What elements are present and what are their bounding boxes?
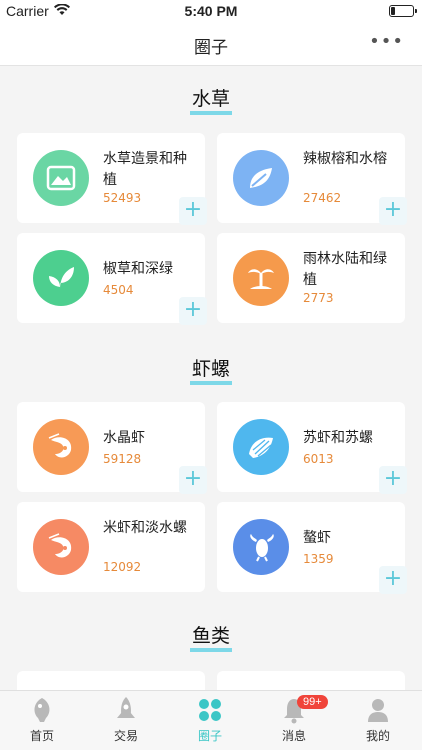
rocket-icon [114, 696, 138, 724]
tab-label: 我的 [365, 729, 390, 743]
member-count: 52493 [103, 191, 142, 205]
circle-card[interactable]: 雨林水陆和绿植 2773 [217, 233, 405, 323]
tab-messages[interactable]: 99+ 消息 [252, 691, 336, 750]
snail-shell-icon [233, 419, 289, 475]
circle-card[interactable]: 水晶虾 59128 + [17, 402, 207, 494]
member-count: 27462 [303, 191, 342, 205]
card-name: 椒草和深绿 [103, 261, 173, 277]
shrimp-icon [33, 519, 89, 575]
card-name: 米虾和淡水螺 [103, 520, 187, 536]
tab-label: 消息 [281, 729, 306, 743]
content-scroll[interactable]: 水草 水草造景和种植 52493 + 辣椒榕和水榕 27462 + 椒草和深绿 … [0, 67, 422, 690]
card-name: 辣椒榕和水榕 [303, 151, 387, 167]
person-icon [366, 696, 390, 724]
circle-card[interactable]: 椒草和深绿 4504 + [17, 233, 207, 325]
tab-trade[interactable]: 交易 [84, 691, 168, 750]
palm-tree-icon [233, 250, 289, 306]
join-button[interactable]: + [179, 297, 207, 325]
circle-card[interactable] [17, 671, 205, 690]
sprout-icon [33, 250, 89, 306]
circle-card[interactable]: 螯虾 1359 + [217, 502, 407, 594]
circle-card[interactable]: 辣椒榕和水榕 27462 + [217, 133, 407, 225]
crayfish-icon [233, 519, 289, 575]
section-title: 虾螺 [0, 357, 422, 385]
circle-card[interactable] [217, 671, 405, 690]
member-count: 1359 [303, 552, 334, 566]
tab-circle[interactable]: 圈子 [168, 691, 252, 750]
tab-home[interactable]: 首页 [0, 691, 84, 750]
card-name: 水晶虾 [103, 430, 145, 446]
join-button[interactable]: + [179, 197, 207, 225]
tab-profile[interactable]: 我的 [336, 691, 420, 750]
member-count: 59128 [103, 452, 142, 466]
tab-label: 交易 [113, 729, 138, 743]
tab-label: 圈子 [197, 729, 222, 743]
section-title: 鱼类 [0, 624, 422, 652]
join-button[interactable]: + [379, 466, 407, 494]
tab-bar: 首页 交易 圈子 99+ 消息 我的 [0, 690, 422, 750]
navigation-bar: 圈子 ••• [0, 22, 422, 66]
join-button[interactable]: + [379, 197, 407, 225]
clock: 5:40 PM [184, 3, 238, 19]
fish-icon [30, 696, 54, 724]
battery-icon [389, 5, 417, 17]
landscape-icon [33, 150, 89, 206]
card-name: 螯虾 [303, 530, 331, 546]
tab-label: 首页 [29, 729, 54, 743]
member-count: 4504 [103, 283, 134, 297]
section-title: 水草 [0, 87, 422, 115]
circle-card[interactable]: 苏虾和苏螺 6013 + [217, 402, 407, 494]
status-bar: Carrier 5:40 PM [0, 0, 422, 22]
member-count: 6013 [303, 452, 334, 466]
page-title: 圈子 [194, 38, 228, 58]
more-icon[interactable]: ••• [369, 33, 404, 51]
circle-card[interactable]: 米虾和淡水螺 12092 [17, 502, 205, 592]
card-name: 苏虾和苏螺 [303, 430, 373, 446]
circle-card[interactable]: 水草造景和种植 52493 + [17, 133, 207, 225]
member-count: 12092 [103, 560, 142, 574]
card-name: 水草造景和种植 [103, 151, 187, 188]
shrimp-icon [33, 419, 89, 475]
card-name: 雨林水陆和绿植 [303, 251, 387, 288]
clover-icon [198, 696, 222, 724]
join-button[interactable]: + [179, 466, 207, 494]
member-count: 2773 [303, 291, 334, 305]
unread-badge: 99+ [297, 695, 328, 709]
leaves-icon [233, 150, 289, 206]
join-button[interactable]: + [379, 566, 407, 594]
